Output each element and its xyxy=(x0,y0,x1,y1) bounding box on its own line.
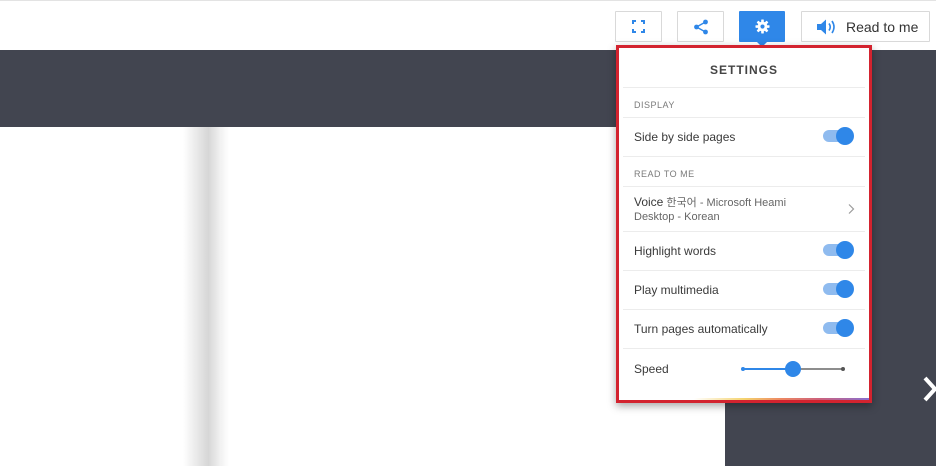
setting-play-multimedia[interactable]: Play multimedia xyxy=(623,271,865,310)
setting-turn-pages[interactable]: Turn pages automatically xyxy=(623,310,865,349)
panel-bottom-accent xyxy=(619,398,869,400)
speed-slider[interactable] xyxy=(741,360,845,378)
speed-min-dot xyxy=(741,367,745,371)
reader-toolbar: Read to me xyxy=(0,0,936,50)
toggle-knob xyxy=(836,241,854,259)
setting-highlight-words[interactable]: Highlight words xyxy=(623,232,865,271)
share-button[interactable] xyxy=(677,11,724,42)
toggle-knob xyxy=(836,319,854,337)
speed-label: Speed xyxy=(634,361,669,376)
settings-panel: SETTINGS DISPLAY Side by side pages READ… xyxy=(616,45,872,403)
turn-pages-label: Turn pages automatically xyxy=(634,322,768,336)
turn-pages-toggle[interactable] xyxy=(823,319,854,337)
settings-button[interactable] xyxy=(739,11,785,42)
voice-label: Voice xyxy=(634,195,664,209)
page-gutter-shadow xyxy=(183,127,229,466)
setting-side-by-side[interactable]: Side by side pages xyxy=(623,118,865,157)
share-icon xyxy=(693,19,708,34)
speaker-icon xyxy=(817,19,835,34)
highlight-words-label: Highlight words xyxy=(634,244,717,258)
fullscreen-icon xyxy=(632,20,645,33)
chevron-right-icon[interactable] xyxy=(920,374,936,404)
chevron-right-icon xyxy=(848,204,855,214)
highlight-words-toggle[interactable] xyxy=(823,241,854,259)
side-by-side-label: Side by side pages xyxy=(634,130,736,144)
section-read-to-me: READ TO ME xyxy=(623,157,865,187)
read-to-me-label: Read to me xyxy=(846,18,919,35)
voice-text: Voice 한국어 - Microsoft Heami Desktop - Ko… xyxy=(634,195,824,224)
speed-slider-handle[interactable] xyxy=(785,361,801,377)
side-by-side-toggle[interactable] xyxy=(823,127,854,145)
fullscreen-button[interactable] xyxy=(615,11,662,42)
settings-title: SETTINGS xyxy=(623,52,865,88)
toggle-knob xyxy=(836,127,854,145)
toggle-knob xyxy=(836,280,854,298)
play-multimedia-label: Play multimedia xyxy=(634,283,719,297)
setting-speed: Speed xyxy=(623,349,865,388)
gear-icon xyxy=(754,19,770,34)
section-display: DISPLAY xyxy=(623,88,865,118)
read-to-me-button[interactable]: Read to me xyxy=(801,11,930,42)
play-multimedia-toggle[interactable] xyxy=(823,280,854,298)
setting-voice[interactable]: Voice 한국어 - Microsoft Heami Desktop - Ko… xyxy=(623,187,865,232)
speed-max-dot xyxy=(841,367,845,371)
